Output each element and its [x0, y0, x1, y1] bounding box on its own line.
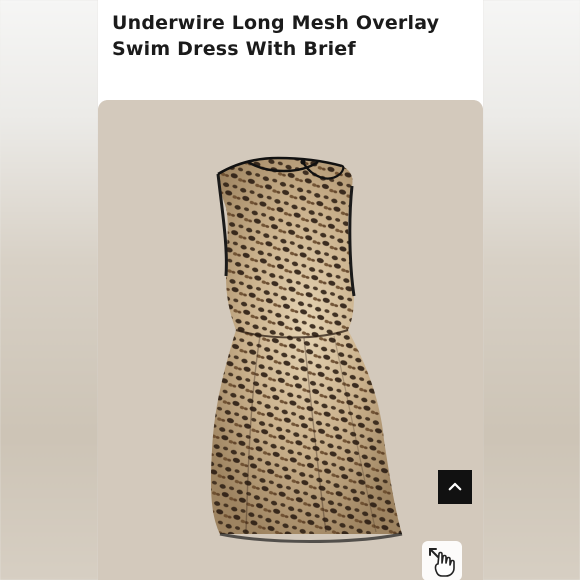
product-panel: Underwire Long Mesh Overlay Swim Dress W… [98, 0, 483, 580]
page: Underwire Long Mesh Overlay Swim Dress W… [0, 0, 580, 580]
product-image-card[interactable] [98, 100, 483, 580]
product-image [98, 100, 483, 580]
product-title: Underwire Long Mesh Overlay Swim Dress W… [112, 12, 440, 60]
scroll-to-top-button[interactable] [438, 470, 472, 504]
blurred-background-left [0, 0, 98, 580]
zoom-button[interactable] [422, 541, 462, 580]
chevron-up-icon [448, 482, 462, 491]
blurred-background-right [483, 0, 580, 580]
pinch-zoom-hand-icon [429, 548, 455, 577]
